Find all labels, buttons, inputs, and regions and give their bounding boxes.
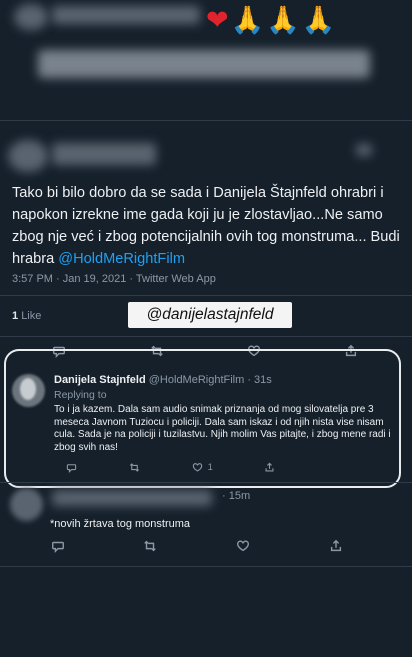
tweet-text: Tako bi bilo dobro da se sada i Danijela… [12, 185, 400, 267]
third-text: *novih žrtava tog monstruma [50, 518, 191, 530]
tweet-meta[interactable]: 3:57 PM · Jan 19, 2021 · Twitter Web App [12, 273, 216, 285]
share-icon [265, 462, 274, 472]
reply-avatar[interactable] [12, 374, 45, 407]
reply-actions: 1 [54, 462, 354, 474]
likes-count[interactable]: 1 Like [12, 310, 41, 322]
blurred-name-main [52, 143, 156, 165]
reply-like-icon[interactable]: 1 [192, 462, 213, 476]
emoji-row: ❤🙏🙏🙏 [206, 4, 338, 38]
heart-icon [192, 463, 203, 472]
retweet-button[interactable] [140, 536, 160, 556]
reply-share-icon[interactable] [264, 462, 275, 476]
reply-comment-icon[interactable] [66, 462, 77, 476]
retweet-icon [144, 540, 156, 552]
blurred-avatar-main [8, 140, 48, 172]
blurred-handle-main [356, 144, 372, 156]
reply-handle-time: @HoldMeRightFilm · 31s [148, 374, 272, 386]
replying-to-label: Replying to [54, 389, 107, 401]
mention-link[interactable]: @HoldMeRightFilm [58, 251, 185, 267]
reply-author[interactable]: Danijela Stajnfeld @HoldMeRightFilm · 31… [54, 374, 272, 386]
blurred-name-third [52, 490, 212, 506]
blurred-text-top [38, 50, 370, 78]
retweet-icon [129, 463, 140, 472]
pray-emoji: 🙏 [301, 5, 338, 36]
divider [0, 482, 412, 483]
reply-button[interactable] [48, 536, 68, 556]
pray-emoji: 🙏 [230, 5, 267, 36]
comment-icon [52, 541, 64, 553]
blurred-avatar-top [14, 4, 48, 30]
divider [0, 120, 412, 121]
blurred-avatar-third [10, 488, 43, 521]
blurred-name-top [52, 6, 200, 24]
divider [0, 295, 412, 296]
divider [0, 566, 412, 567]
third-time[interactable]: · 15m [222, 490, 250, 502]
heart-icon [237, 540, 249, 552]
reply-retweet-icon[interactable] [129, 462, 140, 476]
share-button[interactable] [326, 536, 346, 556]
share-icon [330, 539, 342, 552]
comment-icon [66, 464, 77, 473]
reply-like-count: 1 [207, 462, 213, 472]
handle-overlay-tag: @danijelastajnfeld [128, 302, 292, 328]
third-actions [0, 536, 412, 556]
heart-emoji: ❤ [206, 5, 231, 36]
reply-text: To i ja kazem. Dala sam audio snimak pri… [54, 404, 391, 453]
divider [0, 336, 412, 337]
pray-emoji: 🙏 [266, 5, 302, 36]
like-button[interactable] [233, 536, 253, 556]
